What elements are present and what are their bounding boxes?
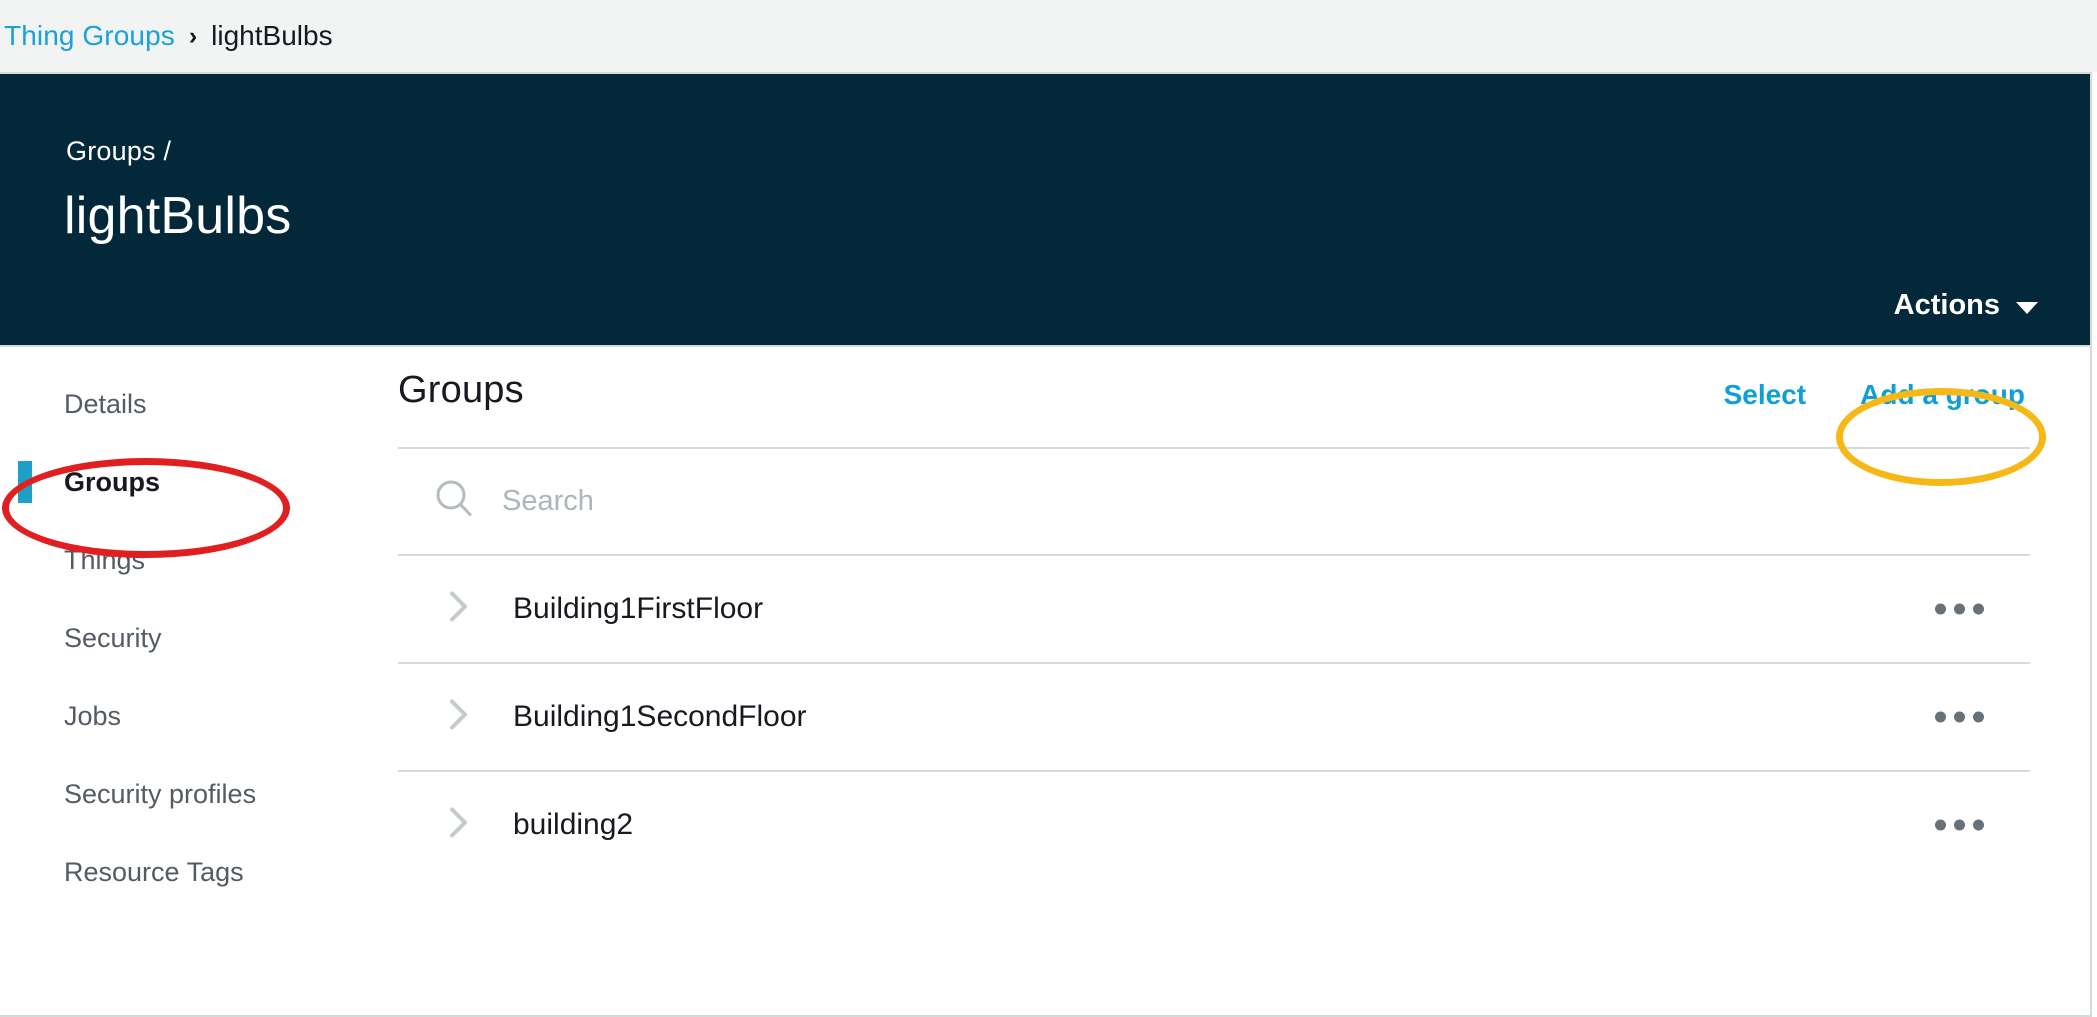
page-body: Details Groups Things Security Jobs Secu… [0, 347, 2092, 1017]
header-parent-path: Groups / [66, 136, 172, 166]
content-header-actions: Select Add a group [1724, 379, 2025, 411]
sidebar-nav: Details Groups Things Security Jobs Secu… [0, 347, 398, 911]
sidebar-item-groups[interactable]: Groups [0, 443, 398, 521]
search-placeholder: Search [502, 485, 594, 517]
content-header: Groups Select Add a group [398, 347, 2090, 447]
page-header: Groups / lightBulbs Actions [0, 72, 2092, 347]
chevron-down-icon [2016, 301, 2038, 314]
search-input[interactable]: Search [398, 449, 2030, 554]
sidebar-item-resource-tags[interactable]: Resource Tags [0, 833, 398, 911]
ellipsis-icon[interactable] [1931, 594, 1988, 625]
group-name: Building1FirstFloor [513, 592, 764, 625]
content-panel: Groups Select Add a group Search Buildin… [398, 347, 2090, 1015]
sidebar-item-label: Jobs [64, 700, 122, 731]
page-title: lightBulbs [64, 187, 292, 245]
sidebar-item-label: Resource Tags [64, 856, 244, 887]
search-icon [432, 477, 476, 526]
sidebar-item-label: Details [64, 388, 147, 419]
actions-button-label: Actions [1893, 289, 2000, 321]
add-a-group-link[interactable]: Add a group [1860, 379, 2025, 411]
ellipsis-icon[interactable] [1931, 810, 1988, 841]
sidebar-item-label: Things [64, 544, 146, 575]
sidebar-item-things[interactable]: Things [0, 521, 398, 599]
breadcrumb-current-lightbulbs: lightBulbs [211, 20, 333, 51]
actions-button[interactable]: Actions [1894, 289, 2038, 322]
table-row[interactable]: Building1FirstFloor [398, 556, 2030, 662]
breadcrumb-separator-icon: › [188, 21, 198, 50]
sidebar-item-label: Groups [64, 466, 161, 497]
content-title: Groups [398, 369, 524, 411]
sidebar-item-security-profiles[interactable]: Security profiles [0, 755, 398, 833]
sidebar-item-details[interactable]: Details [0, 365, 398, 443]
chevron-right-icon[interactable] [446, 805, 472, 846]
sidebar-item-security[interactable]: Security [0, 599, 398, 677]
chevron-right-icon[interactable] [446, 589, 472, 630]
group-name: building2 [513, 808, 634, 841]
sidebar-item-label: Security [64, 622, 162, 653]
ellipsis-icon[interactable] [1931, 702, 1988, 733]
table-row[interactable]: Building1SecondFloor [398, 664, 2030, 770]
sidebar-item-label: Security profiles [64, 778, 257, 809]
sidebar-item-jobs[interactable]: Jobs [0, 677, 398, 755]
app-window: Thing Groups › lightBulbs Groups / light… [0, 0, 2097, 1017]
breadcrumb-link-thing-groups[interactable]: Thing Groups [4, 20, 175, 52]
table-row[interactable]: building2 [398, 772, 2030, 878]
breadcrumb: Thing Groups › lightBulbs [0, 0, 2097, 72]
chevron-right-icon[interactable] [446, 697, 472, 738]
select-link[interactable]: Select [1724, 379, 1807, 411]
group-name: Building1SecondFloor [513, 700, 807, 733]
